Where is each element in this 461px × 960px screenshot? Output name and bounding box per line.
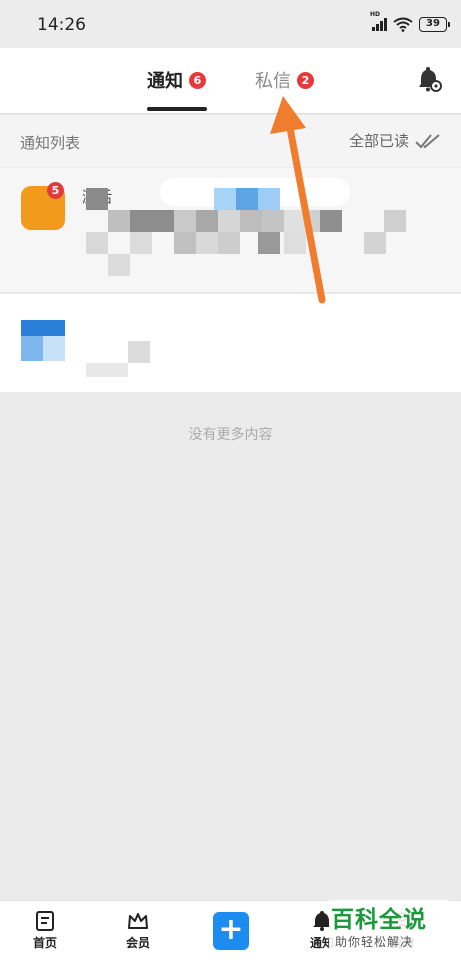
battery-icon: 39 <box>419 16 450 32</box>
pixelated-block <box>320 210 342 232</box>
pixelated-block <box>384 210 406 232</box>
status-icons: HD 39 <box>370 11 450 33</box>
watermark-subtitle: 助你轻松解决 <box>335 935 414 949</box>
list-title: 通知列表 <box>20 134 81 152</box>
pixelated-block <box>174 210 196 232</box>
status-time: 14:26 <box>37 15 86 35</box>
pixelated-block <box>258 232 280 254</box>
watermark: 百科全说 助你轻松解决 <box>329 900 449 952</box>
unread-badge: 5 <box>47 182 64 199</box>
list-header: 通知列表 全部已读 <box>0 115 461 167</box>
home-icon <box>36 911 54 931</box>
active-tab-indicator <box>147 107 207 111</box>
avatar-pixel <box>43 336 65 361</box>
pixelated-block <box>128 341 150 363</box>
notification-row[interactable] <box>0 294 461 392</box>
pixelated-block <box>218 210 240 232</box>
tab-notifications[interactable]: 通知 6 <box>147 68 206 92</box>
nav-member[interactable]: 会员 <box>108 911 168 951</box>
avatar-pixel <box>21 336 43 361</box>
wifi-icon <box>393 17 413 32</box>
pixelated-block <box>108 254 130 276</box>
pixelated-block <box>130 232 152 254</box>
pixelated-block <box>240 210 262 232</box>
tab-notifications-label: 通知 <box>147 71 183 92</box>
add-button[interactable]: + <box>213 912 249 950</box>
pixelated-block <box>284 210 306 232</box>
nav-home[interactable]: 首页 <box>15 911 75 951</box>
pixelated-block <box>86 363 128 377</box>
pixelated-block <box>108 210 130 232</box>
pixelated-block <box>258 188 280 210</box>
pixelated-block <box>236 188 258 210</box>
pixelated-block <box>196 210 218 232</box>
double-check-icon <box>415 133 440 148</box>
mark-all-read-button[interactable]: 全部已读 <box>349 130 441 151</box>
nav-home-label: 首页 <box>32 936 57 950</box>
pixelated-block <box>174 232 196 254</box>
tab-messages[interactable]: 私信 2 <box>255 68 314 92</box>
watermark-title: 百科全说 <box>331 907 427 933</box>
pixelated-block <box>262 210 284 232</box>
no-more-content: 没有更多内容 <box>188 427 273 443</box>
tab-notifications-badge: 6 <box>189 71 206 89</box>
signal-icon: HD <box>370 11 387 31</box>
pixelated-block <box>218 232 240 254</box>
pixelated-block <box>130 210 174 232</box>
network-tag: HD <box>370 11 381 18</box>
tab-messages-badge: 2 <box>297 71 314 89</box>
pixelated-block <box>196 232 218 254</box>
pixelated-block <box>284 232 306 254</box>
top-tab-bar: 通知 6 私信 2 <box>0 48 461 114</box>
nav-member-label: 会员 <box>125 936 150 950</box>
pixelated-block <box>86 188 108 210</box>
avatar <box>21 320 65 336</box>
notification-row[interactable]: 5 激活 <box>0 168 461 293</box>
mark-all-read-label: 全部已读 <box>348 132 409 150</box>
tab-messages-label: 私信 <box>255 71 291 92</box>
pixelated-block <box>364 232 386 254</box>
crown-icon <box>128 913 148 929</box>
status-bar: 14:26 HD 39 <box>0 0 461 48</box>
notification-settings-icon[interactable] <box>415 66 443 94</box>
pixelated-block <box>86 232 108 254</box>
pixelated-block <box>214 188 236 210</box>
